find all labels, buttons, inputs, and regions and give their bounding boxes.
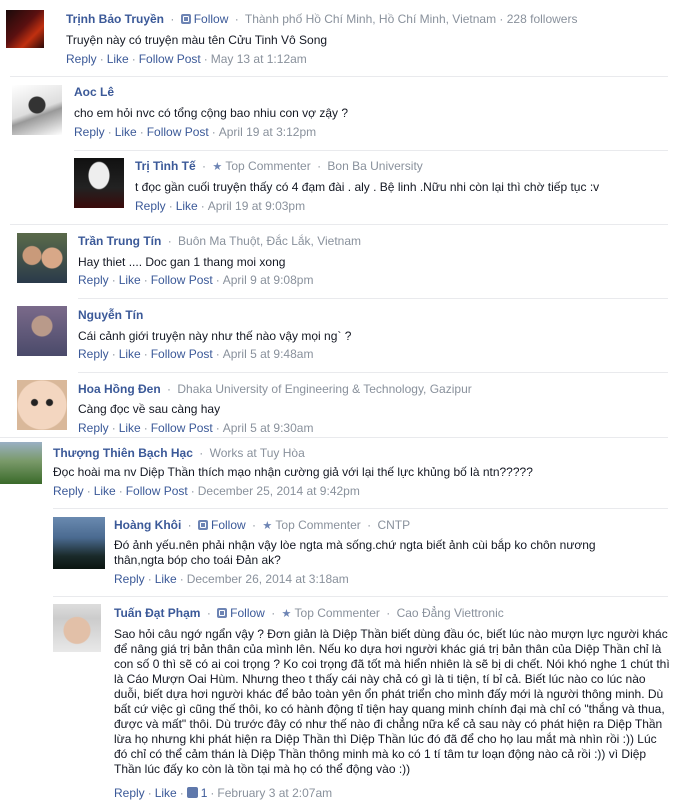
like-link[interactable]: Like	[176, 199, 198, 213]
follow-post-link[interactable]: Follow Post	[151, 347, 213, 361]
divider	[78, 372, 668, 373]
divider	[74, 150, 668, 151]
follow-post-link[interactable]: Follow Post	[139, 52, 201, 66]
avatar[interactable]	[17, 306, 67, 356]
commenter-meta: Dhaka University of Engineering & Techno…	[177, 382, 472, 396]
comment-date[interactable]: December 26, 2014 at 3:18am	[187, 572, 349, 586]
avatar[interactable]	[12, 85, 62, 135]
like-link[interactable]: Like	[155, 572, 177, 586]
avatar[interactable]	[53, 517, 105, 569]
commenter-name[interactable]: Thượng Thiên Bạch Hạc	[53, 446, 193, 460]
commenter-name[interactable]: Hoàng Khôi	[114, 518, 181, 532]
commenter-name[interactable]: Trần Trung Tín	[78, 234, 161, 248]
follow-post-link[interactable]: Follow Post	[151, 421, 213, 435]
comment-text: Càng đọc về sau càng hay	[78, 402, 221, 416]
top-commenter-badge: Top Commenter	[225, 159, 311, 173]
commenter-name[interactable]: Aoc Lê	[74, 85, 114, 99]
star-icon: ★	[262, 520, 273, 532]
like-count[interactable]: 1	[186, 786, 207, 800]
like-link[interactable]: Like	[107, 52, 129, 66]
commenter-name[interactable]: Trịnh Bảo Truyền	[66, 12, 164, 26]
like-link[interactable]: Like	[119, 347, 141, 361]
reply-link[interactable]: Reply	[74, 125, 105, 139]
follow-icon	[180, 14, 191, 24]
thumbs-up-icon	[186, 787, 198, 798]
commenter-name[interactable]: Tuấn Đạt Phạm	[114, 606, 200, 620]
follow-post-link[interactable]: Follow Post	[147, 125, 209, 139]
comment-text: Đọc hoài ma nv Diệp Thần thích mạo nhận …	[53, 465, 533, 479]
follow-button[interactable]: Follow	[198, 518, 246, 532]
top-commenter-badge: Top Commenter	[294, 606, 380, 620]
commenter-name[interactable]: Hoa Hồng Đen	[78, 382, 161, 396]
avatar[interactable]	[17, 380, 67, 430]
follow-icon	[217, 608, 228, 618]
reply-link[interactable]: Reply	[78, 347, 109, 361]
reply-link[interactable]: Reply	[114, 786, 145, 800]
commenter-meta: Works at Tuy Hòa	[209, 446, 305, 460]
reply-link[interactable]: Reply	[78, 273, 109, 287]
follow-post-link[interactable]: Follow Post	[126, 484, 188, 498]
commenter-meta: Thành phố Hồ Chí Minh, Hồ Chí Minh, Viet…	[244, 12, 578, 26]
like-link[interactable]: Like	[119, 421, 141, 435]
divider	[0, 437, 668, 438]
follow-post-link[interactable]: Follow Post	[151, 273, 213, 287]
like-link[interactable]: Like	[115, 125, 137, 139]
divider	[53, 508, 668, 509]
commenter-meta: CNTP	[377, 518, 411, 532]
comment-text: Cái cảnh giới truyện này như thế nào vậy…	[78, 329, 352, 343]
avatar[interactable]	[53, 604, 101, 652]
reply-link[interactable]: Reply	[114, 572, 145, 586]
comment-text: Đó ảnh yếu.nên phải nhận vậy lòe ngta mà…	[114, 538, 596, 567]
comment-text: t đọc gần cuối truyện thấy có 4 đạm đài …	[135, 180, 600, 194]
reply-link[interactable]: Reply	[66, 52, 97, 66]
comment-text: Hay thiet .... Doc gan 1 thang moi xong	[78, 255, 286, 269]
follow-button[interactable]: Follow	[180, 12, 228, 26]
commenter-meta: Buôn Ma Thuột, Đắc Lắk, Vietnam	[178, 234, 362, 248]
commenter-name[interactable]: Nguyễn Tín	[78, 308, 143, 322]
comment-date[interactable]: May 13 at 1:12am	[211, 52, 307, 66]
star-icon: ★	[212, 161, 223, 173]
avatar[interactable]	[74, 158, 124, 208]
comment-date[interactable]: April 5 at 9:30am	[223, 421, 314, 435]
avatar[interactable]	[17, 233, 67, 283]
like-link[interactable]: Like	[94, 484, 116, 498]
avatar[interactable]	[0, 442, 42, 484]
reply-link[interactable]: Reply	[78, 421, 109, 435]
comment-date[interactable]: April 19 at 3:12pm	[219, 125, 316, 139]
comment-date[interactable]: April 5 at 9:48am	[223, 347, 314, 361]
commenter-meta: Cao Đẳng Viettronic	[396, 606, 504, 620]
top-commenter-badge: Top Commenter	[275, 518, 361, 532]
avatar[interactable]	[6, 10, 44, 48]
commenter-meta: Bon Ba University	[327, 159, 423, 173]
star-icon: ★	[281, 608, 292, 620]
comment-text: cho em hỏi nvc có tổng cộng bao nhiu con…	[74, 106, 349, 120]
divider	[10, 224, 668, 225]
comment-date[interactable]: December 25, 2014 at 9:42pm	[198, 484, 360, 498]
reply-link[interactable]: Reply	[135, 199, 166, 213]
comment-date[interactable]: April 19 at 9:03pm	[208, 199, 305, 213]
like-link[interactable]: Like	[119, 273, 141, 287]
comment-date[interactable]: April 9 at 9:08pm	[223, 273, 314, 287]
divider	[78, 298, 668, 299]
like-link[interactable]: Like	[155, 786, 177, 800]
comment-text: Truyện này có truyện màu tên Cửu Tinh Vô…	[66, 33, 328, 47]
comment-text: Sao hỏi câu ngớ ngẩn vậy ? Đơn giản là D…	[114, 627, 670, 776]
divider	[53, 596, 668, 597]
divider	[10, 76, 668, 77]
comment-date[interactable]: February 3 at 2:07am	[217, 786, 332, 800]
follow-icon	[198, 520, 209, 530]
commenter-name[interactable]: Trị Tình Tế	[135, 159, 196, 173]
reply-link[interactable]: Reply	[53, 484, 84, 498]
follow-button[interactable]: Follow	[217, 606, 265, 620]
